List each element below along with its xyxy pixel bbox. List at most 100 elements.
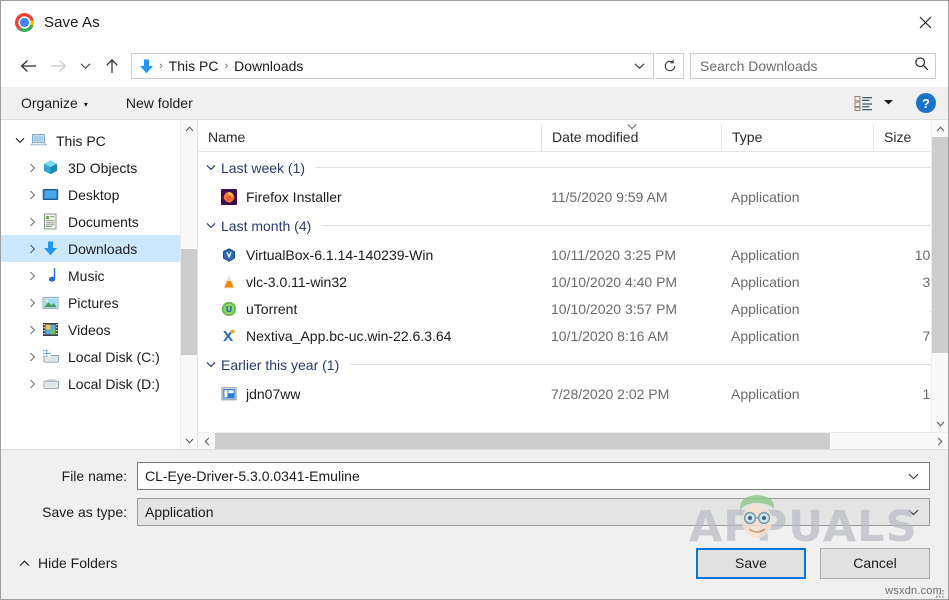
tree-item-documents[interactable]: Documents bbox=[1, 208, 197, 235]
tree-item-music[interactable]: Music bbox=[1, 262, 197, 289]
tree-item-3d-objects[interactable]: 3D Objects bbox=[1, 154, 197, 181]
save-button[interactable]: Save bbox=[696, 547, 806, 579]
file-name-input[interactable] bbox=[145, 467, 898, 484]
group-header-last-month[interactable]: Last month (4) bbox=[198, 210, 948, 241]
twisty-collapsed-icon[interactable] bbox=[23, 163, 41, 173]
hide-folders-button[interactable]: Hide Folders bbox=[19, 555, 117, 571]
hscroll-thumb[interactable] bbox=[215, 432, 830, 449]
file-type: Application bbox=[731, 327, 800, 344]
file-name-dropdown-icon[interactable] bbox=[898, 469, 929, 483]
chevron-down-glyph bbox=[206, 222, 216, 228]
twisty-collapsed-icon[interactable] bbox=[23, 352, 41, 362]
column-header-name[interactable]: Name bbox=[198, 125, 541, 151]
nextiva-glyph bbox=[222, 329, 235, 341]
cancel-button[interactable]: Cancel bbox=[820, 547, 930, 579]
column-header-type[interactable]: Type bbox=[721, 125, 873, 151]
scroll-left-icon[interactable] bbox=[198, 433, 215, 450]
close-icon[interactable] bbox=[902, 1, 948, 44]
list-view-glyph bbox=[854, 95, 872, 111]
table-row[interactable]: Nextiva_App.bc-uc.win-22.6.3.64 10/1/202… bbox=[198, 322, 948, 349]
group-caret-icon[interactable] bbox=[206, 359, 216, 371]
photo-glyph bbox=[42, 296, 59, 309]
tree-scrollbar[interactable] bbox=[180, 120, 197, 449]
twisty-collapsed-icon[interactable] bbox=[23, 325, 41, 335]
refresh-button[interactable] bbox=[656, 53, 684, 79]
address-bar[interactable]: › This PC › Downloads bbox=[131, 53, 654, 79]
group-header-earlier-this-year[interactable]: Earlier this year (1) bbox=[198, 349, 948, 380]
up-button[interactable] bbox=[97, 51, 127, 81]
twisty-open-icon[interactable] bbox=[11, 137, 29, 144]
desktop-icon bbox=[41, 185, 60, 204]
dialog-footer: Hide Folders Save Cancel wsxdn.com bbox=[1, 527, 948, 599]
list-scroll-track[interactable] bbox=[931, 137, 948, 415]
resize-grip[interactable] bbox=[935, 586, 945, 598]
scroll-up-icon[interactable] bbox=[932, 120, 949, 137]
tree-item-videos[interactable]: Videos bbox=[1, 316, 197, 343]
back-button[interactable] bbox=[13, 51, 43, 81]
chevron-down-glyph bbox=[206, 361, 216, 367]
twisty-collapsed-icon[interactable] bbox=[23, 379, 41, 389]
file-type: Application bbox=[731, 188, 800, 205]
cube-glyph bbox=[44, 160, 57, 175]
caret-down-glyph bbox=[884, 100, 893, 105]
navigation-tree: This PC 3D Objects Desktop Documents Dow… bbox=[1, 120, 197, 449]
file-name-cell: Firefox Installer bbox=[198, 188, 541, 205]
search-input[interactable] bbox=[700, 58, 914, 74]
twisty-collapsed-icon[interactable] bbox=[23, 190, 41, 200]
tree-label: 3D Objects bbox=[68, 159, 138, 176]
list-vertical-scrollbar[interactable] bbox=[931, 120, 948, 432]
recent-locations-button[interactable] bbox=[73, 51, 97, 81]
scroll-up-icon[interactable] bbox=[181, 120, 198, 137]
save-as-type-dropdown-icon[interactable] bbox=[898, 505, 929, 519]
address-dropdown-icon[interactable] bbox=[634, 59, 645, 73]
utorrent-glyph bbox=[221, 301, 236, 316]
list-view-icon[interactable] bbox=[854, 95, 873, 112]
twisty-collapsed-icon[interactable] bbox=[23, 298, 41, 308]
table-row[interactable]: VirtualBox-6.1.14-140239-Win 10/11/2020 … bbox=[198, 241, 948, 268]
view-options-caret-icon[interactable] bbox=[883, 98, 894, 108]
help-button[interactable]: ? bbox=[916, 93, 936, 113]
tree-item-desktop[interactable]: Desktop bbox=[1, 181, 197, 208]
twisty-collapsed-icon[interactable] bbox=[23, 271, 41, 281]
table-row[interactable]: uTorrent 10/10/2020 3:57 PM Application … bbox=[198, 295, 948, 322]
tree-item-this-pc[interactable]: This PC bbox=[1, 127, 197, 154]
table-row[interactable]: vlc-3.0.11-win32 10/10/2020 4:40 PM Appl… bbox=[198, 268, 948, 295]
tree-scroll-track[interactable] bbox=[180, 137, 197, 432]
tree-item-local-disk-d[interactable]: Local Disk (D:) bbox=[1, 370, 197, 397]
file-name: jdn07ww bbox=[246, 385, 301, 402]
table-row[interactable]: Firefox Installer 11/5/2020 9:59 AM Appl… bbox=[198, 183, 948, 210]
breadcrumb-this-pc[interactable]: This PC bbox=[164, 58, 224, 74]
group-header-last-week[interactable]: Last week (1) bbox=[198, 152, 948, 183]
group-caret-icon[interactable] bbox=[206, 162, 216, 174]
twisty-collapsed-icon[interactable] bbox=[23, 217, 41, 227]
tree-item-local-disk-c[interactable]: Local Disk (C:) bbox=[1, 343, 197, 370]
forward-button[interactable] bbox=[43, 51, 73, 81]
scroll-down-icon[interactable] bbox=[181, 432, 198, 449]
tree-item-pictures[interactable]: Pictures bbox=[1, 289, 197, 316]
organize-button[interactable]: Organize ▾ bbox=[13, 91, 96, 115]
chevron-up-glyph bbox=[19, 560, 30, 566]
file-date: 10/10/2020 4:40 PM bbox=[551, 273, 678, 290]
scroll-down-icon[interactable] bbox=[932, 415, 949, 432]
breadcrumb-downloads[interactable]: Downloads bbox=[229, 58, 308, 74]
list-scroll-thumb[interactable] bbox=[931, 137, 948, 353]
hscroll-track[interactable] bbox=[215, 432, 931, 449]
file-name-combo[interactable] bbox=[137, 461, 930, 490]
organize-caret-icon: ▾ bbox=[83, 99, 88, 109]
search-icon[interactable] bbox=[914, 56, 929, 76]
scroll-right-icon[interactable] bbox=[931, 433, 948, 450]
generic-app-glyph bbox=[221, 386, 236, 400]
tree-scroll-thumb[interactable] bbox=[180, 249, 197, 355]
search-box[interactable] bbox=[690, 53, 936, 79]
save-as-type-combo[interactable]: Application bbox=[137, 497, 930, 526]
list-horizontal-scrollbar[interactable] bbox=[198, 432, 948, 449]
file-name-row: File name: bbox=[19, 460, 930, 491]
twisty-collapsed-icon[interactable] bbox=[23, 244, 41, 254]
tree-item-downloads[interactable]: Downloads bbox=[1, 235, 197, 262]
downloads-arrow-icon bbox=[138, 58, 155, 75]
file-name: Nextiva_App.bc-uc.win-22.6.3.64 bbox=[246, 327, 452, 344]
new-folder-button[interactable]: New folder bbox=[118, 91, 201, 115]
column-header-date-modified[interactable]: Date modified bbox=[541, 124, 721, 151]
table-row[interactable]: jdn07ww 7/28/2020 2:02 PM Application 10… bbox=[198, 380, 948, 407]
group-caret-icon[interactable] bbox=[206, 220, 216, 232]
